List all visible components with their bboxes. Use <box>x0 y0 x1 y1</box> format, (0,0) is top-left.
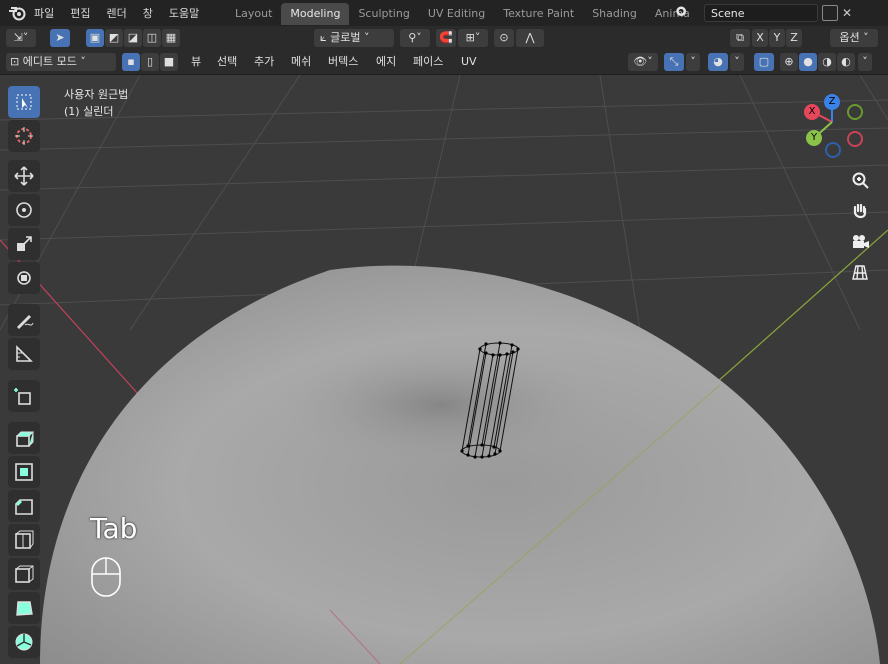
gizmo-dropdown[interactable]: ˅ <box>686 53 700 71</box>
gizmo-z-handle[interactable]: Z <box>824 94 840 110</box>
mirror-x-toggle[interactable]: X <box>752 29 768 47</box>
transform-tool-icon[interactable] <box>8 262 40 294</box>
select-mode-subtract-icon[interactable]: ◪ <box>124 29 142 47</box>
options-dropdown[interactable]: 옵션 ˅ <box>830 29 878 47</box>
snap-toggle-icon[interactable]: 🧲 <box>436 29 456 47</box>
transform-orientation-dropdown[interactable]: ⟀ 글로벌 ˅ <box>314 29 394 47</box>
top-bar: 파일 편집 렌더 창 도움말 Layout Modeling Sculpting… <box>0 0 888 26</box>
snap-target-dropdown[interactable]: ⊞˅ <box>458 29 488 47</box>
add-cube-tool-icon[interactable] <box>8 380 40 412</box>
solid-shading-icon[interactable]: ● <box>799 53 817 71</box>
xray-toggle-icon[interactable]: ▢ <box>754 53 774 71</box>
zoom-icon[interactable] <box>846 166 874 194</box>
shading-dropdown[interactable]: ˅ <box>858 53 872 71</box>
visibility-dropdown[interactable]: 👁˅ <box>628 53 658 71</box>
rotate-tool-icon[interactable] <box>8 194 40 226</box>
menu-mesh[interactable]: 메쉬 <box>291 53 311 71</box>
select-mode-extend-icon[interactable]: ◩ <box>105 29 123 47</box>
new-scene-icon[interactable] <box>822 5 838 21</box>
edge-select-icon[interactable]: ▯ <box>141 53 159 71</box>
blender-logo-icon[interactable] <box>8 5 26 25</box>
select-box-tool-icon[interactable] <box>8 86 40 118</box>
camera-view-icon[interactable] <box>846 228 874 256</box>
scene-icon[interactable]: 🞉 <box>676 4 700 22</box>
menu-vertex[interactable]: 버텍스 <box>328 53 358 71</box>
pan-hand-icon[interactable] <box>846 197 874 225</box>
orientation-label: 글로벌 <box>330 31 361 44</box>
select-mode-intersect-icon[interactable]: ▦ <box>162 29 180 47</box>
mirror-z-toggle[interactable]: Z <box>786 29 802 47</box>
poly-build-tool-icon[interactable] <box>8 592 40 624</box>
edit-mode-icon: ⊡ <box>10 55 23 68</box>
delete-scene-icon[interactable]: ✕ <box>842 6 852 20</box>
menu-render[interactable]: 렌더 <box>99 5 135 21</box>
annotate-tool-icon[interactable] <box>8 304 40 336</box>
view-name-label: 사용자 원근법 <box>64 88 129 101</box>
extrude-tool-icon[interactable] <box>8 422 40 454</box>
pivot-point-dropdown[interactable]: ⚲˅ <box>400 29 430 47</box>
key-hint-label: Tab <box>90 512 138 545</box>
options-label: 옵션 <box>839 31 860 44</box>
menu-edit[interactable]: 편집 <box>62 5 98 21</box>
menu-face[interactable]: 페이스 <box>413 53 443 71</box>
bevel-tool-icon[interactable] <box>8 490 40 522</box>
viewport-scene <box>0 75 888 664</box>
spin-tool-icon[interactable] <box>8 626 40 658</box>
overlay-toggle-icon[interactable]: ◕ <box>708 53 728 71</box>
inset-faces-tool-icon[interactable] <box>8 456 40 488</box>
navigation-gizmo[interactable]: Z X Y <box>796 90 872 166</box>
tab-shading[interactable]: Shading <box>583 3 646 25</box>
knife-tool-icon[interactable] <box>8 558 40 590</box>
mode-label: 에디트 모드 <box>22 55 77 68</box>
scale-tool-icon[interactable] <box>8 228 40 260</box>
menu-add[interactable]: 추가 <box>254 53 274 71</box>
material-shading-icon[interactable]: ◑ <box>818 53 836 71</box>
mirror-y-toggle[interactable]: Y <box>769 29 785 47</box>
tool-settings-header: ⇲˅ ➤ ▣ ◩ ◪ ◫ ▦ ⟀ 글로벌 ˅ ⚲˅ 🧲 ⊞˅ ⊙ ⋀ ⧉ X Y… <box>0 26 888 50</box>
menu-uv[interactable]: UV <box>461 53 477 71</box>
falloff-dropdown[interactable]: ⋀ <box>516 29 544 47</box>
menu-help[interactable]: 도움말 <box>161 5 207 21</box>
menu-view[interactable]: 뷰 <box>191 53 201 71</box>
mode-dropdown[interactable]: ⊡ 에디트 모드 ˅ <box>6 53 116 71</box>
rendered-shading-icon[interactable]: ◐ <box>837 53 855 71</box>
orthographic-grid-icon[interactable] <box>846 258 874 286</box>
vertex-select-icon[interactable]: ▪ <box>122 53 140 71</box>
face-select-icon[interactable]: ■ <box>160 53 178 71</box>
menu-select[interactable]: 선택 <box>217 53 237 71</box>
mirror-icon[interactable]: ⧉ <box>730 29 750 47</box>
loop-cut-tool-icon[interactable] <box>8 524 40 556</box>
wireframe-shading-icon[interactable]: ⊕ <box>780 53 798 71</box>
orientation-icon: ⟀ <box>320 31 331 44</box>
select-tool-icon[interactable]: ➤ <box>50 29 70 47</box>
select-mode-invert-icon[interactable]: ◫ <box>143 29 161 47</box>
menu-file[interactable]: 파일 <box>26 5 62 21</box>
gizmo-x-handle[interactable]: X <box>804 104 820 120</box>
scene-name-field[interactable]: Scene <box>704 4 818 22</box>
sphere-dent <box>280 345 600 465</box>
active-object-label: (1) 실린더 <box>64 105 114 118</box>
cursor-tool-icon[interactable] <box>8 120 40 152</box>
gizmo-toggle-icon[interactable]: ⤡ <box>664 53 684 71</box>
3d-viewport[interactable] <box>0 75 888 664</box>
select-mode-new-icon[interactable]: ▣ <box>86 29 104 47</box>
proportional-edit-icon[interactable]: ⊙ <box>494 29 514 47</box>
transform-pivot-button[interactable]: ⇲˅ <box>6 29 36 47</box>
measure-tool-icon[interactable] <box>8 338 40 370</box>
tab-texture-paint[interactable]: Texture Paint <box>494 3 583 25</box>
tab-uv-editing[interactable]: UV Editing <box>419 3 494 25</box>
mouse-icon <box>90 556 124 602</box>
menu-edge[interactable]: 에지 <box>376 53 396 71</box>
overlay-dropdown[interactable]: ˅ <box>730 53 744 71</box>
move-tool-icon[interactable] <box>8 160 40 192</box>
tab-sculpting[interactable]: Sculpting <box>349 3 418 25</box>
menu-window[interactable]: 창 <box>135 5 161 21</box>
viewport-header: ⊡ 에디트 모드 ˅ ▪ ▯ ■ 뷰 선택 추가 메쉬 버텍스 에지 페이스 U… <box>0 50 888 75</box>
sphere-mesh <box>40 265 880 664</box>
tab-layout[interactable]: Layout <box>226 3 281 25</box>
tab-modeling[interactable]: Modeling <box>281 3 350 25</box>
gizmo-y-handle[interactable]: Y <box>806 130 822 146</box>
